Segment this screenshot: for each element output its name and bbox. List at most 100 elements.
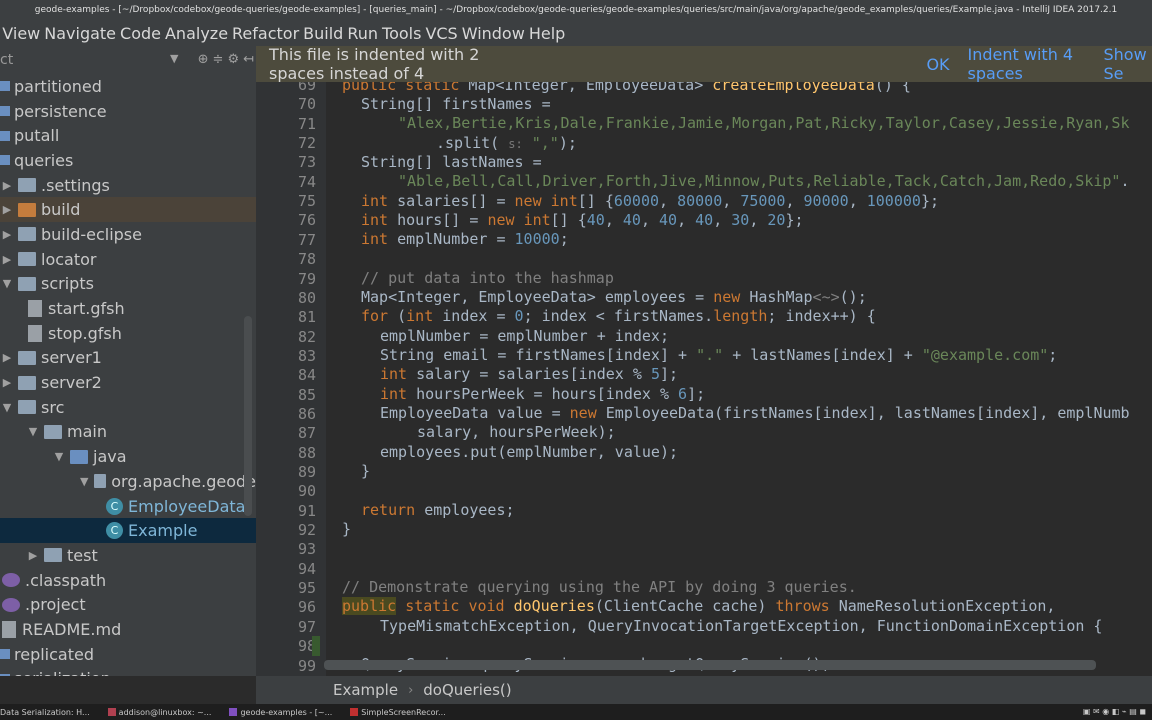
taskbar-item[interactable]: geode-examples - [~... xyxy=(229,708,332,717)
tray-icons[interactable]: ▣ ✉ ◉ ◧ ⌁ ▤ ◼ xyxy=(1083,707,1146,716)
line-number: 81 xyxy=(297,308,316,327)
code-line: .split( s: ","); xyxy=(436,134,577,152)
tree-item[interactable]: stop.gfsh xyxy=(0,321,256,346)
tree-item-label: main xyxy=(67,422,107,442)
sidebar-scrollbar[interactable] xyxy=(244,316,252,516)
tree-item-label: serialization xyxy=(14,669,111,676)
line-number: 72 xyxy=(297,134,316,153)
tree-item[interactable]: ▶ .settings xyxy=(0,173,256,198)
tree-item[interactable]: ▼ src xyxy=(0,395,256,420)
taskbar-item[interactable]: addison@linuxbox: ~... xyxy=(107,708,211,717)
tree-item[interactable]: .project xyxy=(0,592,256,617)
tree-item[interactable]: ▶ test xyxy=(0,543,256,568)
breadcrumb-class[interactable]: Example xyxy=(333,681,398,699)
tree-item-label: persistence xyxy=(14,101,107,121)
folder-icon xyxy=(44,548,62,563)
breadcrumb-method[interactable]: doQueries() xyxy=(423,681,511,699)
line-number: 83 xyxy=(297,346,316,365)
expand-right-icon[interactable]: ▶ xyxy=(2,351,12,364)
settings-gear-icon[interactable]: ⚙ xyxy=(227,52,239,67)
project-view-selector[interactable]: ct xyxy=(0,52,13,68)
tree-item-label: locator xyxy=(41,249,97,269)
show-settings-link[interactable]: Show Se xyxy=(1103,45,1152,83)
tree-item[interactable]: persistence xyxy=(0,99,256,124)
tree-item[interactable]: ▼ java xyxy=(0,444,256,469)
expand-right-icon[interactable]: ▶ xyxy=(2,228,12,241)
tree-item-label: src xyxy=(41,397,65,417)
chevron-down-icon[interactable]: ▼ xyxy=(170,52,178,65)
menu-item-window[interactable]: Window xyxy=(452,24,525,43)
menu-item-build[interactable]: Build xyxy=(293,24,343,43)
code-line: emplNumber = emplNumber + index; xyxy=(380,327,669,345)
taskbar-item[interactable]: Data Serialization: H... xyxy=(0,708,90,717)
code-editor[interactable]: 69 70 71 72 73 74 75 76 77 78 79 80 81 82 83 84 85 86 87 88… xyxy=(256,82,1152,676)
tree-item[interactable]: start.gfsh xyxy=(0,296,256,321)
tree-item[interactable]: C EmployeeData xyxy=(0,494,256,519)
tree-item[interactable]: C Example xyxy=(0,518,256,544)
tree-item[interactable]: ▼ scripts xyxy=(0,272,256,297)
tree-item[interactable]: README.md xyxy=(0,617,256,642)
code-line: TypeMismatchException, QueryInvocationTa… xyxy=(380,617,1103,635)
recorder-icon xyxy=(350,708,359,716)
project-tool-window: ct ▼ ⊕ ≑ ⚙ ↤ partitioned persistence putal… xyxy=(0,46,256,676)
tree-item[interactable]: ▶ server1 xyxy=(0,346,256,371)
menu-item-help[interactable]: Help xyxy=(519,24,565,43)
tree-item[interactable]: queries xyxy=(0,148,256,173)
tree-item-label: server1 xyxy=(41,348,102,368)
menu-item-code[interactable]: Code xyxy=(110,24,161,43)
code-line: int hoursPerWeek = hours[index % 6]; xyxy=(380,385,706,403)
line-number: 89 xyxy=(297,463,316,481)
tree-item-label: EmployeeData xyxy=(128,496,246,516)
expand-down-icon[interactable]: ▼ xyxy=(2,401,12,414)
scroll-from-source-icon[interactable]: ⊕ xyxy=(198,52,209,67)
menu-bar: t View Navigate Code Analyze Refactor Bu… xyxy=(0,20,1152,46)
ok-link[interactable]: OK xyxy=(926,55,949,74)
expand-down-icon[interactable]: ▼ xyxy=(2,277,12,290)
code-line: String[] firstNames = xyxy=(361,95,551,113)
tree-item[interactable]: replicated xyxy=(0,642,256,667)
hide-panel-icon[interactable]: ↤ xyxy=(243,52,254,67)
expand-down-icon[interactable]: ▼ xyxy=(54,450,64,463)
tree-item[interactable]: partitioned xyxy=(0,74,256,99)
java-class-icon: C xyxy=(106,522,123,540)
menu-item-refactor[interactable]: Refactor xyxy=(222,24,299,43)
vcs-change-marker[interactable] xyxy=(312,636,320,656)
expand-right-icon[interactable]: ▶ xyxy=(28,549,38,562)
code-line: "Able,Bell,Call,Driver,Forth,Jive,Minnow… xyxy=(398,172,1130,190)
expand-right-icon[interactable]: ▶ xyxy=(2,179,12,192)
tree-item-label: start.gfsh xyxy=(48,299,125,319)
code-line: public static Map<Integer, EmployeeData>… xyxy=(342,82,911,94)
taskbar-item[interactable]: SimpleScreenRecor... xyxy=(350,708,446,717)
tree-item[interactable]: ▶ locator xyxy=(0,247,256,272)
expand-down-icon[interactable]: ▼ xyxy=(28,425,38,438)
menu-item-analyze[interactable]: Analyze xyxy=(155,24,228,43)
tree-item-label: scripts xyxy=(41,274,94,294)
line-number: 87 xyxy=(297,424,316,443)
expand-right-icon[interactable]: ▶ xyxy=(2,253,12,266)
folder-icon xyxy=(18,400,36,415)
tree-item[interactable]: ▼ main xyxy=(0,420,256,445)
horizontal-scrollbar[interactable] xyxy=(324,660,1096,670)
tree-item[interactable]: .classpath xyxy=(0,568,256,593)
indent-with-4-spaces-link[interactable]: Indent with 4 spaces xyxy=(968,45,1086,83)
line-number: 91 xyxy=(297,501,316,520)
tree-item[interactable]: putall xyxy=(0,123,256,148)
module-icon xyxy=(0,649,10,660)
tree-item[interactable]: ▼ org.apache.geode xyxy=(0,469,256,494)
collapse-all-icon[interactable]: ≑ xyxy=(213,52,224,67)
expand-down-icon[interactable]: ▼ xyxy=(80,475,88,488)
menu-item-tools[interactable]: Tools xyxy=(372,24,421,43)
line-number: 80 xyxy=(297,288,316,307)
expand-right-icon[interactable]: ▶ xyxy=(2,376,12,389)
tree-item[interactable]: ▶ build xyxy=(0,197,256,223)
tree-item[interactable]: ▶ server2 xyxy=(0,370,256,395)
terminal-icon xyxy=(107,708,116,716)
folder-icon xyxy=(18,350,36,365)
line-number: 86 xyxy=(297,404,316,423)
project-tree: partitioned persistence putall queries ▶ .set… xyxy=(0,74,256,676)
expand-right-icon[interactable]: ▶ xyxy=(2,203,12,216)
tree-item[interactable]: ▶ build-eclipse xyxy=(0,222,256,247)
code-line: for (int index = 0; index < firstNames.l… xyxy=(361,307,876,325)
menu-item-navigate[interactable]: Navigate xyxy=(34,24,116,43)
tree-item[interactable]: serialization xyxy=(0,667,256,676)
